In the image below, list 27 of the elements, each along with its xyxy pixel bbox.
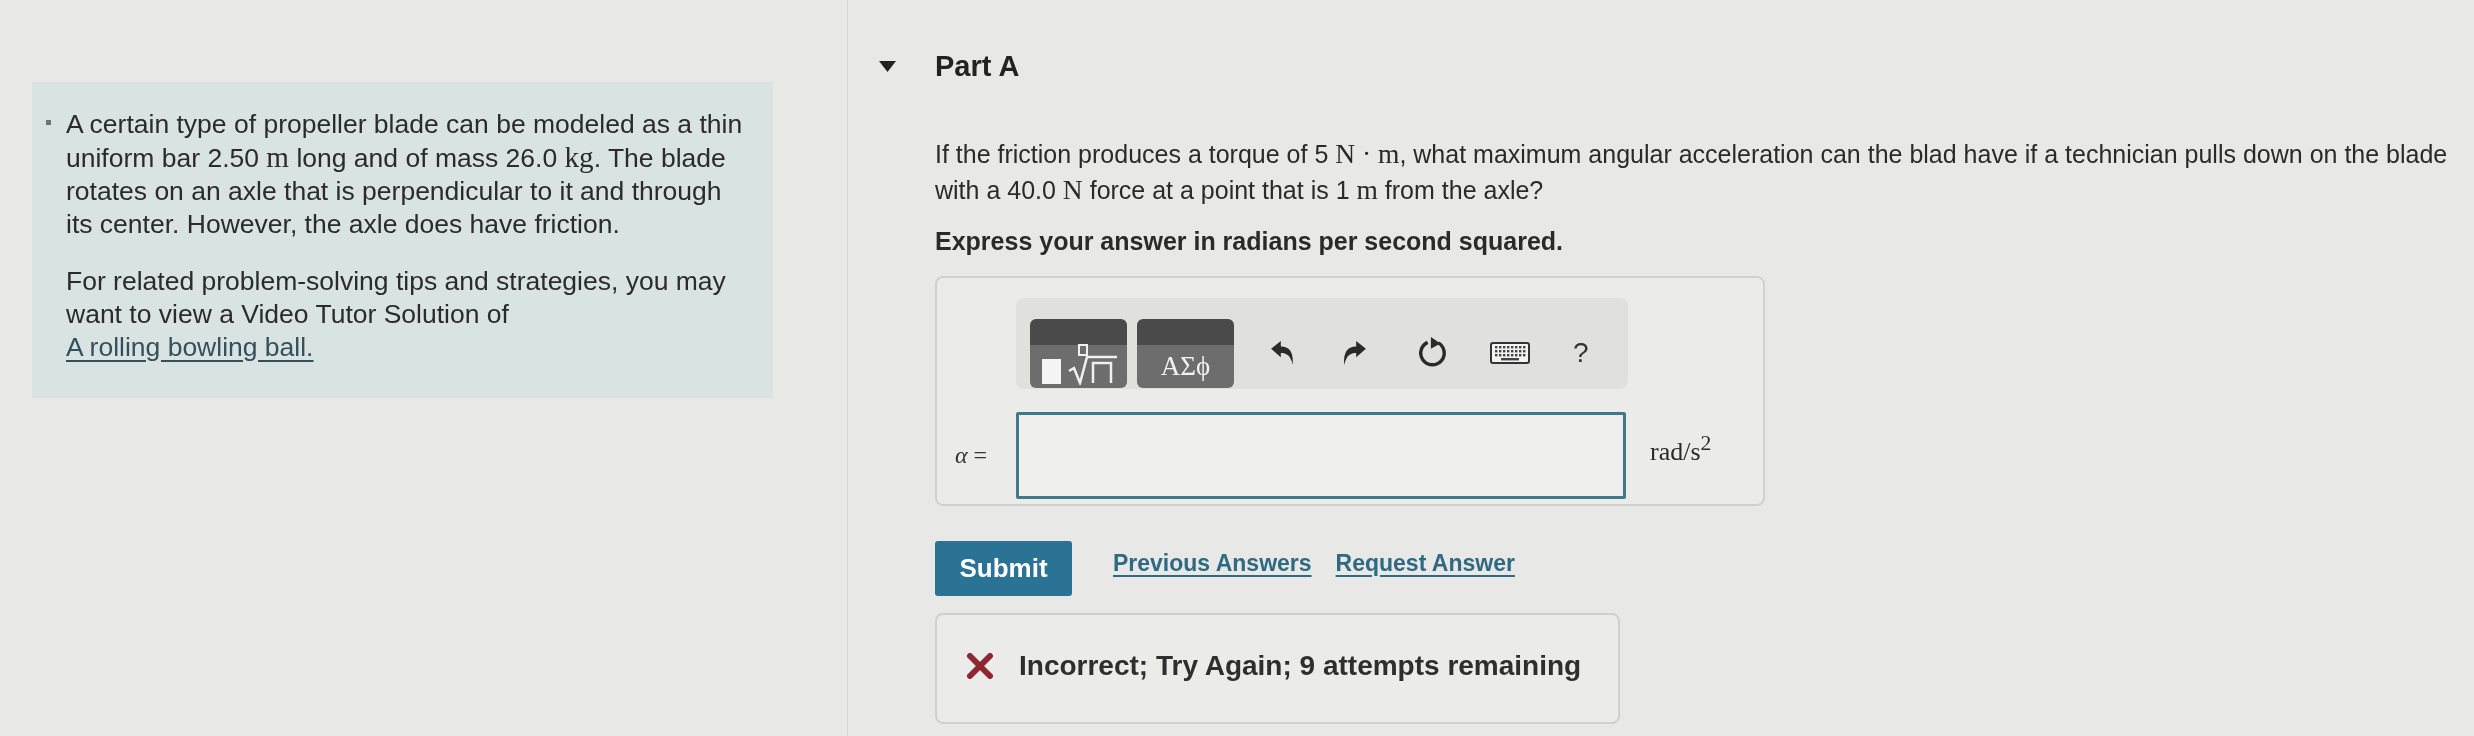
answer-label: α = (955, 442, 988, 469)
keyboard-icon (1490, 342, 1530, 364)
answer-link[interactable]: Request Answer (1335, 550, 1515, 577)
redo-arrow-icon (1341, 340, 1367, 366)
templates-button[interactable] (1030, 318, 1127, 388)
undo-button[interactable] (1270, 340, 1296, 366)
instruction-text: Express your answer in radians per second squared. (935, 227, 1564, 256)
undo-arrow-icon (1270, 340, 1296, 366)
symbols-button[interactable]: ΑΣϕ (1137, 318, 1234, 388)
submit-button[interactable]: Submit (935, 541, 1072, 596)
problem-paragraph: A certain type of propeller blade can be modeled as a thin uniform bar 2.50 m long and of mass 26.0 kg. The blade rotates on an axle that is perpendicular to it and through its center. However, the axle does have friction. (66, 108, 744, 241)
question-text: If the friction produces a torque of 5 N · m, what maximum angular acceleration can the blad have if a technician pulls down on the blade with a 40.0 N force at a point that is 1 m from the axle? (935, 137, 2449, 207)
reset-button[interactable] (1417, 337, 1449, 369)
x-mark-icon (967, 652, 993, 679)
answer-link[interactable]: Previous Answers (1113, 550, 1312, 577)
bullet-icon (46, 120, 51, 125)
circular-arrow-icon (1417, 337, 1449, 369)
answer-field[interactable] (1016, 412, 1626, 499)
video-tutor-link[interactable]: A rolling bowling ball. (66, 332, 314, 362)
help-button[interactable]: ? (1573, 337, 1589, 369)
caret-icon[interactable] (879, 61, 896, 72)
problem-paragraph: For related problem-solving tips and strategies, you may want to view a Video Tutor Solution of A rolling bowling ball. (66, 265, 727, 364)
redo-button[interactable] (1341, 340, 1367, 366)
feedback-text: Incorrect; Try Again; 9 attempts remaining (1019, 649, 1582, 682)
unit-label: rad/s$^{2}$ (1650, 430, 1713, 467)
keyboard-button[interactable] (1490, 342, 1530, 364)
part-title: Part A (935, 50, 1020, 83)
